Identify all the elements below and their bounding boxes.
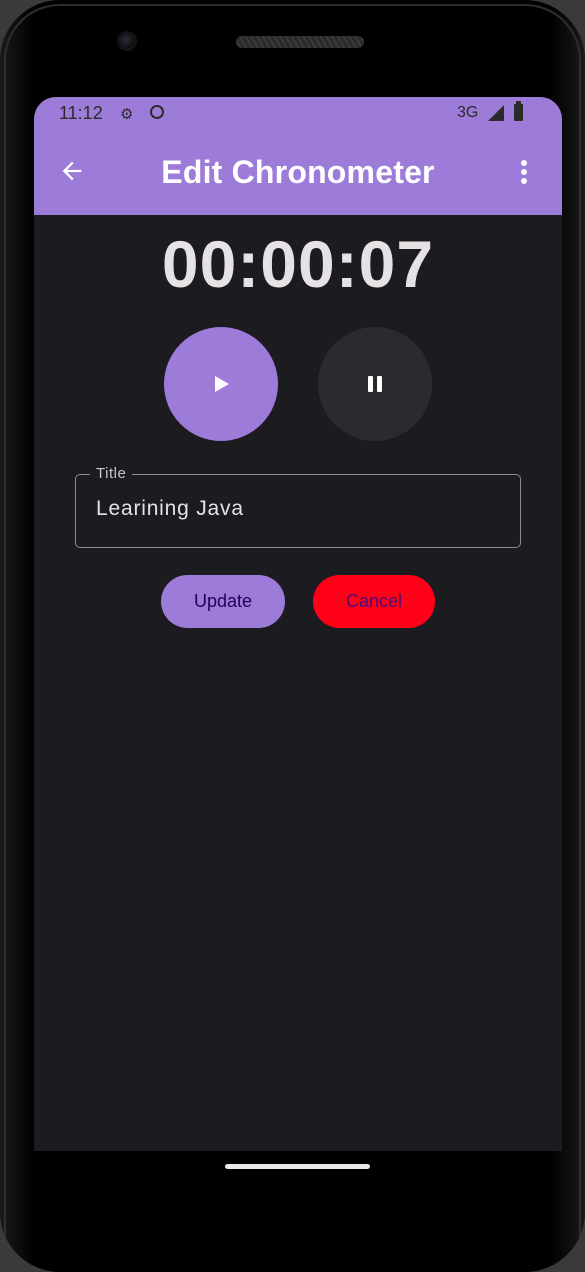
play-button[interactable]: [164, 327, 278, 441]
app-screen: 11:12 ⚙ 3G Edit Chronometer 00:00:07 Tit…: [34, 97, 562, 1151]
face-icon: [150, 105, 164, 119]
pause-icon: [368, 376, 382, 392]
cancel-button[interactable]: Cancel: [313, 575, 435, 628]
home-indicator[interactable]: [225, 1164, 370, 1169]
title-input[interactable]: [96, 497, 496, 521]
status-bar: 11:12 ⚙ 3G: [34, 97, 562, 130]
earpiece-speaker: [236, 36, 364, 48]
page-title: Edit Chronometer: [161, 154, 435, 190]
chronometer-display: 00:00:07: [161, 227, 435, 301]
front-camera: [117, 31, 137, 51]
phone-frame: 11:12 ⚙ 3G Edit Chronometer 00:00:07 Tit…: [0, 0, 585, 1272]
title-field-label: Title: [90, 465, 133, 482]
cell-signal-icon: [488, 105, 504, 121]
play-icon: [215, 376, 229, 392]
settings-gear-icon: ⚙: [120, 106, 134, 123]
battery-icon: [514, 101, 523, 121]
status-time: 11:12: [59, 103, 103, 123]
app-bar: Edit Chronometer: [34, 130, 562, 215]
update-button[interactable]: Update: [161, 575, 285, 628]
pause-button[interactable]: [318, 327, 432, 441]
more-vertical-icon[interactable]: [514, 158, 534, 186]
title-field[interactable]: Title: [75, 465, 521, 548]
network-type: 3G: [457, 104, 479, 121]
